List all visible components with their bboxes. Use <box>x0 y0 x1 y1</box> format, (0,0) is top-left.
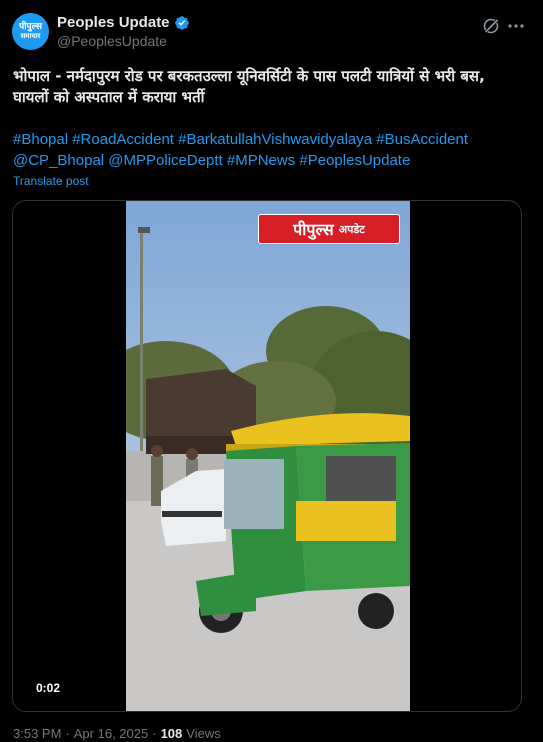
post-hashtags: #Bhopal #RoadAccident #BarkatullahVishwa… <box>13 129 523 171</box>
brand-badge-text-2: अपडेट <box>338 222 365 236</box>
video-frame <box>126 201 410 711</box>
views-label: Views <box>186 726 221 741</box>
avatar[interactable]: पीपुल्स समाचार <box>12 13 49 50</box>
handle[interactable]: @PeoplesUpdate <box>57 33 167 49</box>
meta-separator-2: · <box>152 726 157 741</box>
hashtags-line-2[interactable]: @CP_Bhopal @MPPoliceDeptt #MPNews #Peopl… <box>13 150 523 171</box>
brand-badge-text-1: पीपुल्स <box>293 220 334 239</box>
views-count: 108 <box>160 726 183 741</box>
verified-badge-icon <box>174 15 189 30</box>
post-date[interactable]: Apr 16, 2025 <box>74 726 148 741</box>
more-icon[interactable] <box>506 16 526 36</box>
avatar-line-2: समाचार <box>20 32 41 40</box>
post: पीपुल्स समाचार Peoples Update @PeoplesUp… <box>0 0 543 742</box>
post-text: भोपाल - नर्मदापुरम रोड पर बरकतउल्ला यूनि… <box>13 67 485 106</box>
avatar-line-1: पीपुल्स <box>19 22 42 32</box>
media-container[interactable]: पीपुल्स अपडेट 0:02 <box>12 200 522 712</box>
post-metadata: 3:53 PM · Apr 16, 2025 · 108 Views <box>13 726 221 741</box>
post-time[interactable]: 3:53 PM <box>13 726 61 741</box>
author-name-row: Peoples Update <box>57 14 190 31</box>
display-name[interactable]: Peoples Update <box>57 14 170 31</box>
video-duration: 0:02 <box>33 679 64 697</box>
brand-watermark-badge: पीपुल्स अपडेट <box>258 214 400 244</box>
translate-post-link[interactable]: Translate post <box>13 174 89 188</box>
video-player[interactable]: पीपुल्स अपडेट <box>126 201 410 711</box>
meta-separator: · <box>65 726 70 741</box>
grok-icon[interactable] <box>481 16 501 36</box>
hashtags-line-1[interactable]: #Bhopal #RoadAccident #BarkatullahVishwa… <box>13 129 523 150</box>
